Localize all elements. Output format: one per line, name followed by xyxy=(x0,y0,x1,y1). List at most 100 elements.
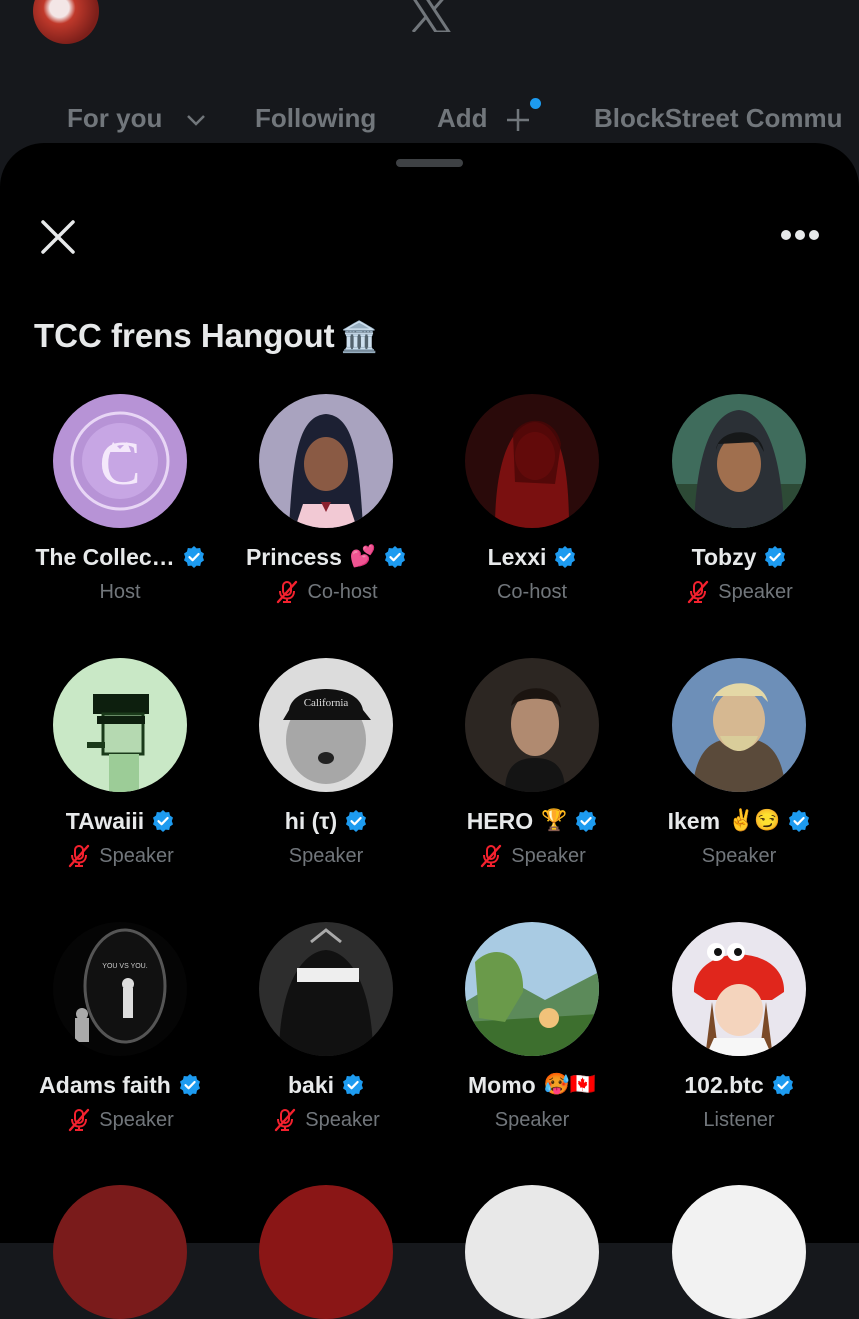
svg-text:C: C xyxy=(99,430,140,498)
participant-role-row: Speaker xyxy=(17,841,223,871)
participant-card[interactable]: C The Collec… Host xyxy=(17,394,223,634)
participant-card[interactable]: Princess 💕 Co-host xyxy=(223,394,429,634)
mic-off-icon xyxy=(688,580,709,604)
participant-name-row: Tobzy xyxy=(636,539,842,575)
participant-avatar-partial[interactable] xyxy=(465,1185,599,1319)
participant-emoji: 🥵🇨🇦 xyxy=(543,1073,596,1096)
participant-card[interactable]: YOU VS YOU. Adams faith Speaker xyxy=(17,922,223,1162)
participant-avatar[interactable]: YOU VS YOU. xyxy=(53,922,187,1056)
mic-off-icon xyxy=(481,844,502,868)
verified-badge-icon xyxy=(555,546,576,568)
participant-role-row: Speaker xyxy=(636,841,842,871)
notification-dot xyxy=(530,98,541,109)
verified-badge-icon xyxy=(576,810,597,832)
participant-avatar[interactable] xyxy=(672,394,806,528)
participant-avatar[interactable] xyxy=(672,922,806,1056)
participant-name-row: baki xyxy=(223,1067,429,1103)
mic-off-icon xyxy=(277,580,298,604)
participant-role-row: Co-host xyxy=(223,577,429,607)
participant-role-row: Speaker xyxy=(17,1105,223,1135)
verified-badge-icon xyxy=(179,1074,200,1096)
participant-avatar[interactable] xyxy=(259,394,393,528)
participant-card[interactable]: California hi (τ) Speaker xyxy=(223,658,429,898)
chevron-down-icon xyxy=(186,115,205,126)
participant-name: hi (τ) xyxy=(284,807,338,834)
participant-role-row: Speaker xyxy=(636,577,842,607)
participant-name: 102.btc xyxy=(684,1071,764,1098)
more-options-icon[interactable] xyxy=(776,223,824,247)
verified-badge-icon xyxy=(385,546,406,568)
participant-role: Speaker xyxy=(99,844,174,867)
participant-avatar[interactable] xyxy=(259,922,393,1056)
verified-badge-icon xyxy=(765,546,786,568)
participant-role: Speaker xyxy=(305,1108,380,1131)
space-sheet: TCC frens Hangout 🏛️ C The Collec… Host Prin… xyxy=(0,143,859,1319)
participant-avatar[interactable] xyxy=(465,658,599,792)
participant-role-row: Co-host xyxy=(429,577,635,607)
top-bar: For you Following Add BlockStreet Commu xyxy=(0,0,859,150)
participant-name-row: Adams faith xyxy=(17,1067,223,1103)
profile-avatar[interactable] xyxy=(33,0,99,44)
participant-role: Speaker xyxy=(718,580,793,603)
mic-off-icon xyxy=(275,1108,296,1132)
x-logo-icon[interactable] xyxy=(407,0,453,32)
participant-avatar[interactable] xyxy=(672,658,806,792)
participant-card[interactable]: TAwaiii Speaker xyxy=(17,658,223,898)
plus-icon xyxy=(506,109,529,132)
participant-name-row: The Collec… xyxy=(17,539,223,575)
participant-role: Host xyxy=(99,580,141,603)
drag-handle[interactable] xyxy=(396,159,463,167)
participant-card[interactable]: HERO 🏆 Speaker xyxy=(429,658,635,898)
tab-following[interactable]: Following xyxy=(255,98,376,138)
participant-role-row: Speaker xyxy=(429,1105,635,1135)
participant-role: Listener xyxy=(703,1108,775,1131)
participant-name: Momo xyxy=(467,1071,536,1098)
participant-role-row: Listener xyxy=(636,1105,842,1135)
svg-text:California: California xyxy=(304,697,349,709)
participant-avatar[interactable] xyxy=(465,922,599,1056)
participant-name: baki xyxy=(287,1071,335,1098)
participant-avatar[interactable]: C xyxy=(53,394,187,528)
participant-role-row: Host xyxy=(17,577,223,607)
participant-avatar-partial[interactable] xyxy=(672,1185,806,1319)
participant-name: TAwaiii xyxy=(65,807,145,834)
participant-card[interactable]: Tobzy Speaker xyxy=(636,394,842,634)
participant-name-row: Momo 🥵🇨🇦 xyxy=(429,1067,635,1103)
tab-for-you[interactable]: For you xyxy=(67,98,208,138)
participant-card[interactable]: baki Speaker xyxy=(223,922,429,1162)
participant-role: Speaker xyxy=(511,844,586,867)
verified-badge-icon xyxy=(789,810,810,832)
participant-avatar-partial[interactable] xyxy=(259,1185,393,1319)
participant-emoji: 💕 xyxy=(349,545,377,568)
participant-role-row: Speaker xyxy=(429,841,635,871)
participant-name-row: Princess 💕 xyxy=(223,539,429,575)
participant-avatar[interactable]: California xyxy=(259,658,393,792)
participant-name-row: Ikem ✌️😏 xyxy=(636,803,842,839)
close-icon[interactable] xyxy=(38,217,78,257)
participant-name-row: 102.btc xyxy=(636,1067,842,1103)
verified-badge-icon xyxy=(346,810,367,832)
participant-role: Speaker xyxy=(494,1108,570,1131)
participant-card[interactable]: Momo 🥵🇨🇦 Speaker xyxy=(429,922,635,1162)
participant-name-row: Lexxi xyxy=(429,539,635,575)
participant-card[interactable]: Lexxi Co-host xyxy=(429,394,635,634)
participant-name: Princess xyxy=(245,543,342,570)
participant-name: HERO xyxy=(466,807,534,834)
participant-role: Speaker xyxy=(99,1108,174,1131)
participant-avatar-partial[interactable] xyxy=(53,1185,187,1319)
participant-role-row: Speaker xyxy=(223,841,429,871)
participant-avatar[interactable] xyxy=(53,658,187,792)
participant-name-row: HERO 🏆 xyxy=(429,803,635,839)
participant-role: Speaker xyxy=(701,844,777,867)
mic-off-icon xyxy=(69,1108,90,1132)
participant-name-row: TAwaiii xyxy=(17,803,223,839)
tab-blockstreet-community[interactable]: BlockStreet Commu xyxy=(594,98,843,138)
participant-emoji: 🏆 xyxy=(541,809,568,832)
verified-badge-icon xyxy=(343,1074,364,1096)
participant-avatar[interactable] xyxy=(465,394,599,528)
participant-card[interactable]: Ikem ✌️😏 Speaker xyxy=(636,658,842,898)
participant-name-row: hi (τ) xyxy=(223,803,429,839)
participant-emoji: ✌️😏 xyxy=(728,809,781,832)
tab-add[interactable]: Add xyxy=(437,98,531,138)
participant-card[interactable]: 102.btc Listener xyxy=(636,922,842,1162)
